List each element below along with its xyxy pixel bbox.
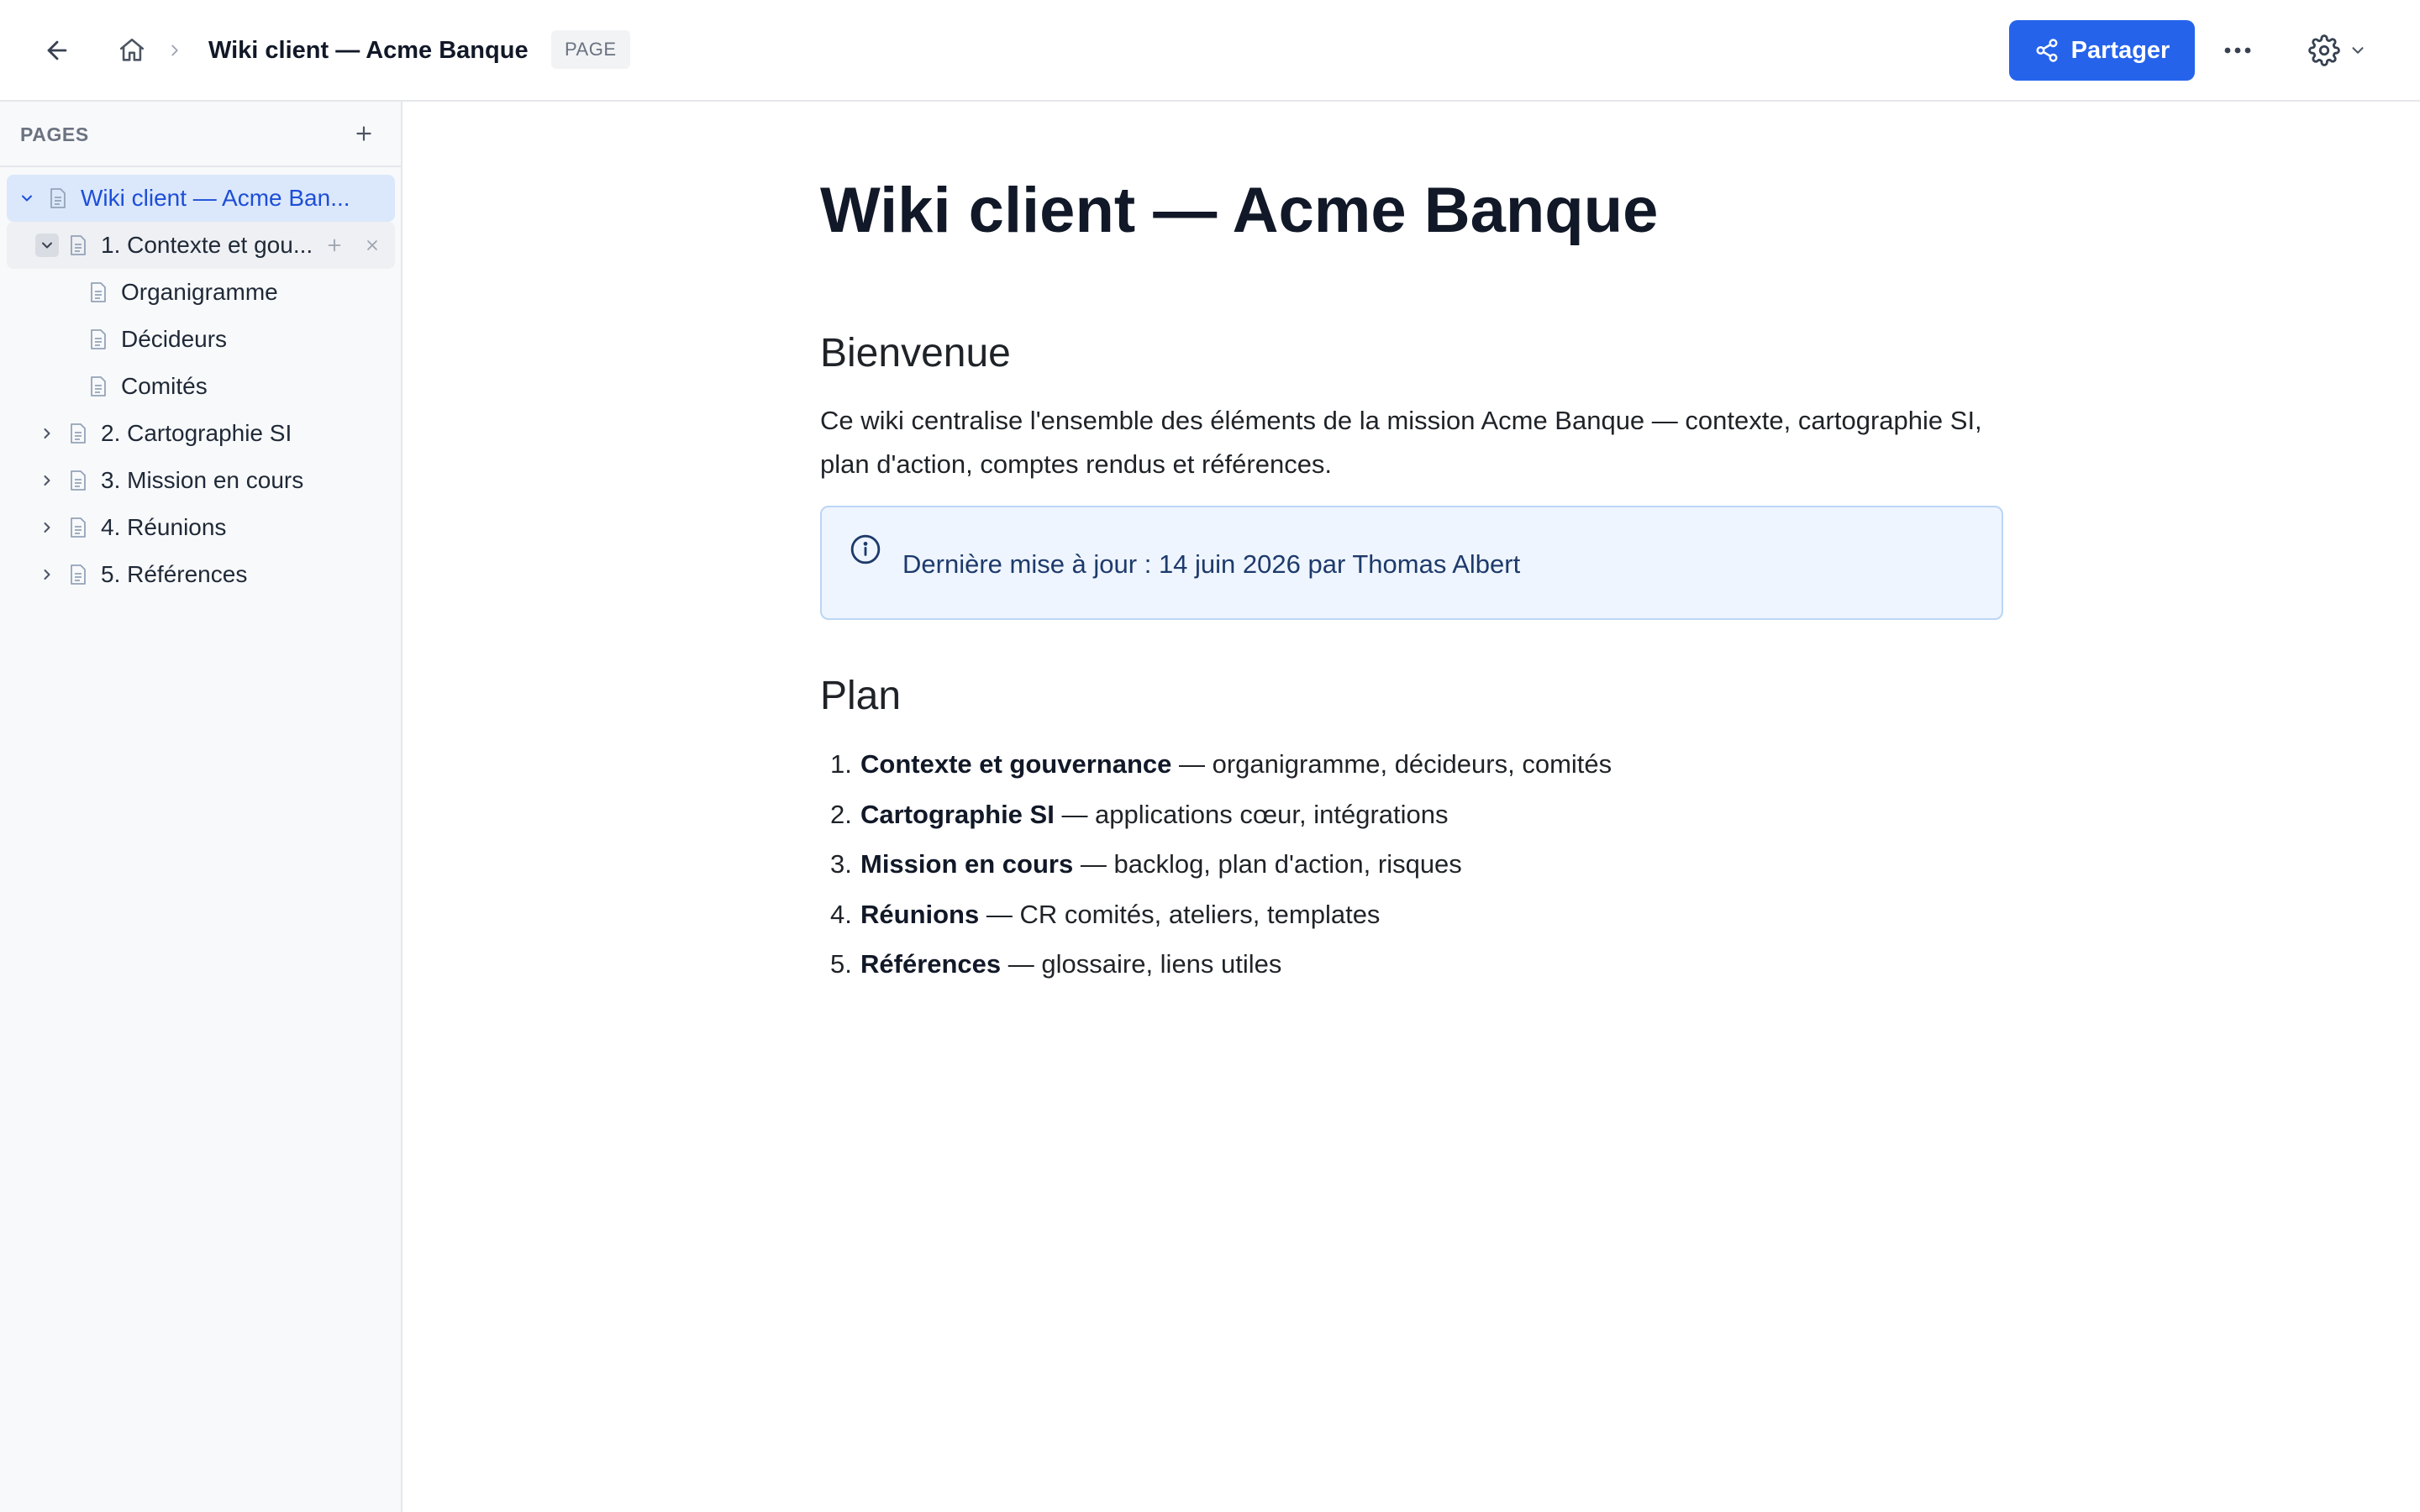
sidebar-item-organigramme[interactable]: Organigramme (7, 269, 395, 316)
list-item[interactable]: 4. Réunions — CR comités, ateliers, templ… (820, 890, 1612, 940)
share-button-label: Partager (2070, 36, 2170, 64)
list-item[interactable]: 5. Références — glossaire, liens utiles (820, 939, 1612, 990)
list-item-description: — applications cœur, intégrations (1054, 799, 1449, 829)
page-type-badge: PAGE (551, 30, 630, 69)
chevron-right-icon[interactable] (35, 516, 59, 539)
sidebar-item-wiki-root[interactable]: Wiki client — Acme Ban... (7, 175, 395, 222)
sidebar-item-label: 2. Cartographie SI (101, 420, 292, 446)
share-icon (2036, 39, 2058, 62)
document-icon (67, 516, 89, 539)
sidebar-item-label: Wiki client — Acme Ban... (81, 185, 350, 211)
sidebar-item-decideurs[interactable]: Décideurs (7, 316, 395, 363)
document-icon (47, 186, 69, 210)
home-button[interactable] (112, 30, 152, 71)
info-icon (849, 533, 882, 566)
document-icon (67, 469, 89, 492)
chevron-right-icon[interactable] (35, 422, 59, 445)
add-page-button[interactable] (349, 118, 379, 149)
document-icon (87, 328, 109, 351)
sidebar-item-label: 3. Mission en cours (101, 467, 304, 493)
back-button[interactable] (37, 30, 77, 71)
delete-page-button[interactable] (360, 234, 384, 257)
gear-icon (2308, 34, 2340, 66)
list-item[interactable]: 3. Mission en cours — backlog, plan d'act… (820, 839, 1612, 890)
ellipsis-icon (2224, 47, 2251, 54)
callout-text: Dernière mise à jour : 14 juin 2026 par … (902, 549, 1521, 579)
section-heading-welcome[interactable]: Bienvenue (820, 327, 1011, 381)
sidebar-item-references[interactable]: 5. Références (7, 551, 395, 598)
sidebar-item-reunions[interactable]: 4. Réunions (7, 504, 395, 551)
chevron-right-icon[interactable] (35, 563, 59, 586)
page-content: Wiki client — Acme Banque Bienvenue Ce w… (402, 102, 2420, 1512)
page-title[interactable]: Wiki client — Acme Banque (820, 169, 1658, 253)
share-button[interactable]: Partager (2009, 20, 2195, 81)
document-icon (67, 422, 89, 445)
chevron-right-icon (165, 37, 185, 64)
sidebar-item-cartographie[interactable]: 2. Cartographie SI (7, 410, 395, 457)
sidebar-section-label: PAGES (20, 123, 89, 145)
list-number: 4. (830, 899, 852, 929)
arrow-left-icon (47, 40, 67, 60)
chevron-right-icon[interactable] (35, 469, 59, 492)
list-item-description: — backlog, plan d'action, risques (1073, 849, 1462, 879)
sidebar-item-label: Décideurs (121, 326, 228, 352)
plus-icon (328, 239, 341, 252)
info-callout[interactable]: Dernière mise à jour : 14 juin 2026 par … (820, 506, 2003, 620)
list-number: 5. (830, 949, 852, 979)
more-options-button[interactable] (2217, 30, 2259, 71)
list-item[interactable]: 1. Contexte et gouvernance — organigramme… (820, 739, 1612, 790)
add-subpage-button[interactable] (323, 234, 346, 257)
breadcrumb-current-page[interactable]: Wiki client — Acme Banque (208, 34, 529, 67)
sidebar-header: PAGES (0, 102, 401, 167)
section-heading-plan[interactable]: Plan (820, 669, 901, 723)
list-item[interactable]: 2. Cartographie SI — applications cœur, i… (820, 790, 1612, 840)
sidebar-item-comites[interactable]: Comités (7, 363, 395, 410)
document-icon (87, 281, 109, 304)
list-number: 3. (830, 849, 852, 879)
chevron-down-icon (2352, 47, 2364, 54)
welcome-paragraph[interactable]: Ce wiki centralise l'ensemble des élémen… (820, 399, 2013, 486)
close-icon (367, 240, 377, 250)
document-icon (67, 563, 89, 586)
settings-menu-button[interactable] (2297, 25, 2378, 76)
list-item-description: — organigramme, décideurs, comités (1171, 749, 1612, 779)
chevron-down-icon[interactable] (35, 234, 59, 257)
sidebar-item-label: Organigramme (121, 279, 278, 305)
list-item-title: Réunions (860, 899, 980, 929)
sidebar-item-contexte[interactable]: 1. Contexte et gou... (7, 222, 395, 269)
document-icon (87, 375, 109, 398)
plus-icon (356, 126, 371, 141)
plan-list: 1. Contexte et gouvernance — organigramme… (820, 739, 1612, 990)
document-icon (67, 234, 89, 257)
list-number: 2. (830, 799, 852, 829)
chevron-down-icon[interactable] (15, 186, 39, 210)
list-item-title: Cartographie SI (860, 799, 1055, 829)
list-number: 1. (830, 749, 852, 779)
pages-sidebar: PAGES Wiki client — Acme Ban... 1. Conte… (0, 102, 402, 1512)
list-item-title: Mission en cours (860, 849, 1074, 879)
top-bar: Wiki client — Acme Banque PAGE Partager (0, 0, 2420, 102)
list-item-title: Contexte et gouvernance (860, 749, 1172, 779)
home-icon (119, 38, 145, 61)
sidebar-item-label: Comités (121, 373, 208, 399)
list-item-title: Références (860, 949, 1002, 979)
sidebar-item-label: 4. Réunions (101, 514, 227, 540)
sidebar-item-mission[interactable]: 3. Mission en cours (7, 457, 395, 504)
sidebar-item-label: 5. Références (101, 561, 248, 587)
list-item-description: — glossaire, liens utiles (1001, 949, 1282, 979)
list-item-description: — CR comités, ateliers, templates (979, 899, 1381, 929)
sidebar-item-label: 1. Contexte et gou... (101, 232, 313, 258)
